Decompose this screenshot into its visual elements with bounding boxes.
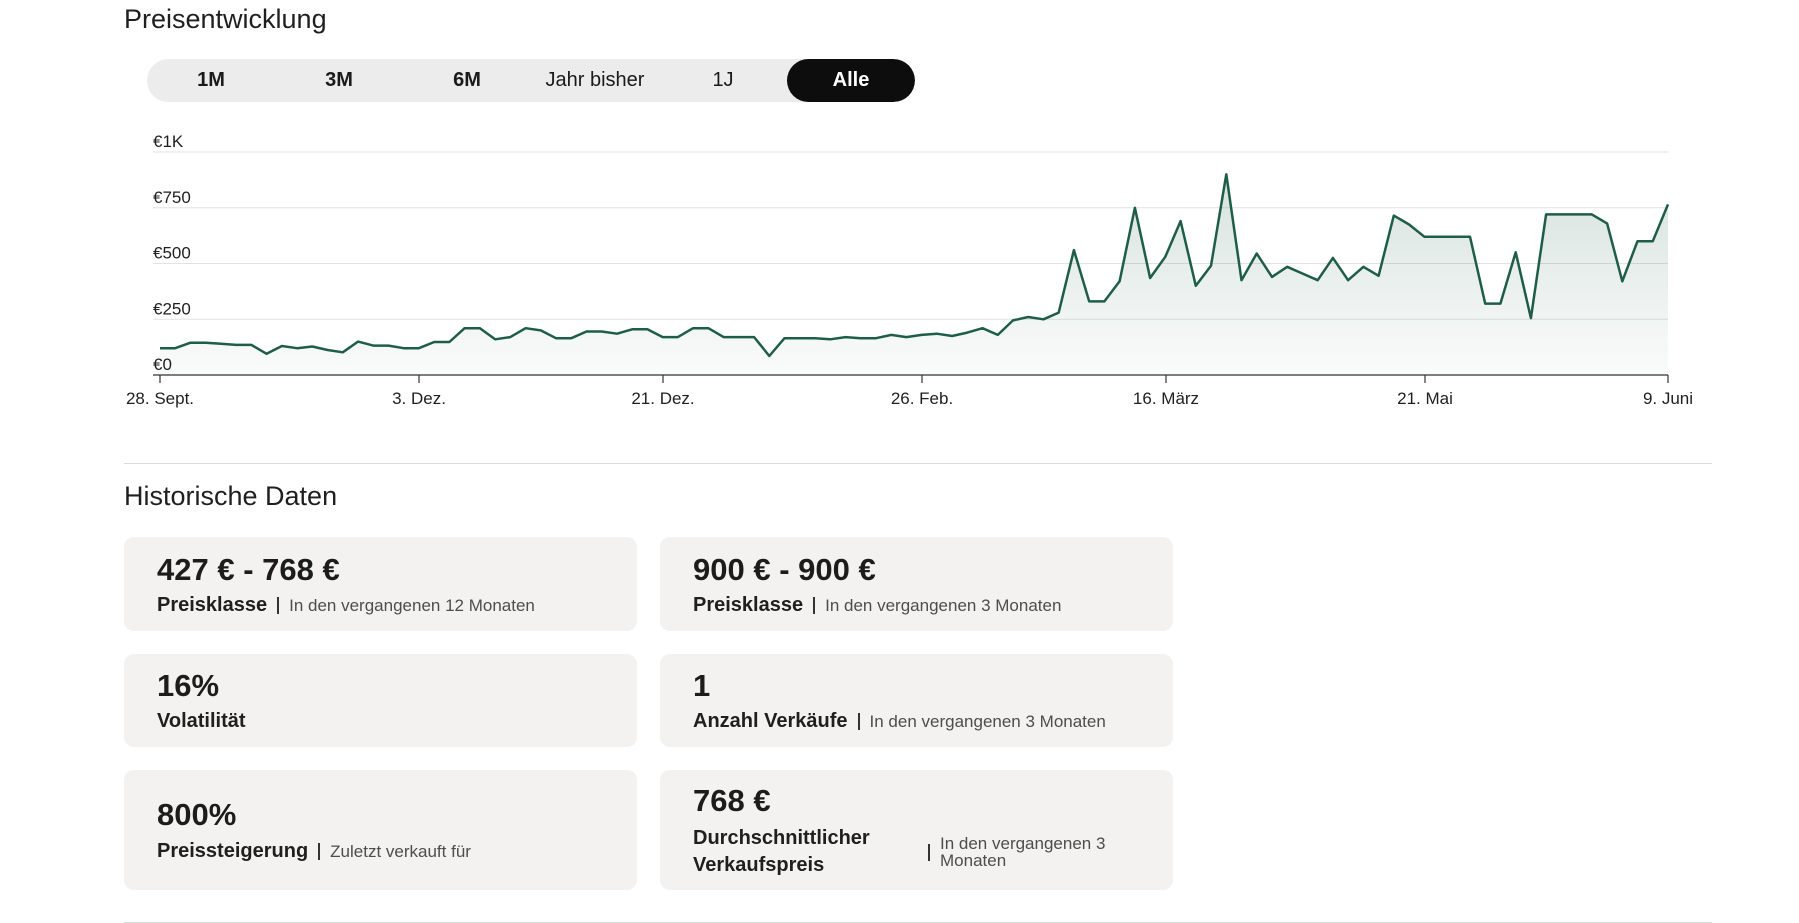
stat-sublabel: In den vergangenen 3 Monaten <box>940 834 1106 870</box>
separator <box>857 713 860 730</box>
x-tick-label: 28. Sept. <box>126 389 194 408</box>
price-chart[interactable]: €1K €750 €500 €250 €0 28. Sept. 3. Dez. 21. Dez… <box>0 120 1799 420</box>
range-tab-1m[interactable]: 1M <box>147 59 275 102</box>
x-tick-label: 9. Juni <box>1643 389 1693 408</box>
stat-label: Volatilität <box>157 710 246 732</box>
stat-label: Preissteigerung <box>157 840 309 862</box>
stat-card-price-increase: 800% Preissteigerung Zuletzt verkauft fü… <box>124 770 637 890</box>
stat-card-price-range-3m: 900 € - 900 € Preisklasse In den vergang… <box>660 537 1173 631</box>
stat-card-average-sale-price: 768 € Durchschnittlicher Verkaufspreis I… <box>660 770 1173 890</box>
range-tab-6m[interactable]: 6M <box>403 59 531 102</box>
separator <box>277 597 280 614</box>
y-tick-label: €0 <box>153 355 172 374</box>
stat-value: 768 € <box>693 783 771 818</box>
stat-value: 900 € - 900 € <box>693 552 876 587</box>
y-tick-label: €750 <box>153 188 191 207</box>
stat-sublabel: Zuletzt verkauft für <box>330 841 471 861</box>
historical-data-title: Historische Daten <box>124 481 338 511</box>
stat-card-volatility: 16% Volatilität <box>124 654 637 747</box>
section-divider <box>124 463 1712 464</box>
range-tab-1y[interactable]: 1J <box>659 59 787 102</box>
x-tick-label: 16. März <box>1133 389 1199 408</box>
separator <box>318 843 321 860</box>
stat-label: Durchschnittlicher Verkaufspreis <box>693 827 870 876</box>
price-history-title: Preisentwicklung <box>124 4 327 34</box>
stat-value: 800% <box>157 797 237 832</box>
stat-sublabel: In den vergangenen 3 Monaten <box>825 595 1062 615</box>
stat-value: 16% <box>157 668 220 703</box>
range-tab-3m[interactable]: 3M <box>275 59 403 102</box>
x-tick-label: 3. Dez. <box>392 389 446 408</box>
stat-card-sales-count: 1 Anzahl Verkäufe In den vergangenen 3 M… <box>660 654 1173 747</box>
time-range-selector: 1M 3M 6M Jahr bisher 1J Alle <box>147 59 915 102</box>
x-tick-label: 26. Feb. <box>891 389 953 408</box>
range-tab-ytd[interactable]: Jahr bisher <box>531 59 659 102</box>
stat-value: 1 <box>693 668 711 703</box>
x-tick-label: 21. Mai <box>1397 389 1453 408</box>
x-tick-label: 21. Dez. <box>631 389 694 408</box>
stat-label: Anzahl Verkäufe <box>693 710 848 732</box>
y-tick-label: €500 <box>153 244 191 263</box>
stat-label: Preisklasse <box>157 594 268 616</box>
stat-sublabel: In den vergangenen 3 Monaten <box>869 711 1106 731</box>
y-tick-label: €1K <box>153 132 184 151</box>
range-tab-all[interactable]: Alle <box>787 59 915 102</box>
stat-sublabel: In den vergangenen 12 Monaten <box>289 595 535 615</box>
separator <box>928 843 930 861</box>
stat-card-price-range-12m: 427 € - 768 € Preisklasse In den vergang… <box>124 537 637 631</box>
y-tick-label: €250 <box>153 299 191 318</box>
stat-label: Preisklasse <box>693 594 804 616</box>
separator <box>813 597 816 614</box>
stat-value: 427 € - 768 € <box>157 552 340 587</box>
